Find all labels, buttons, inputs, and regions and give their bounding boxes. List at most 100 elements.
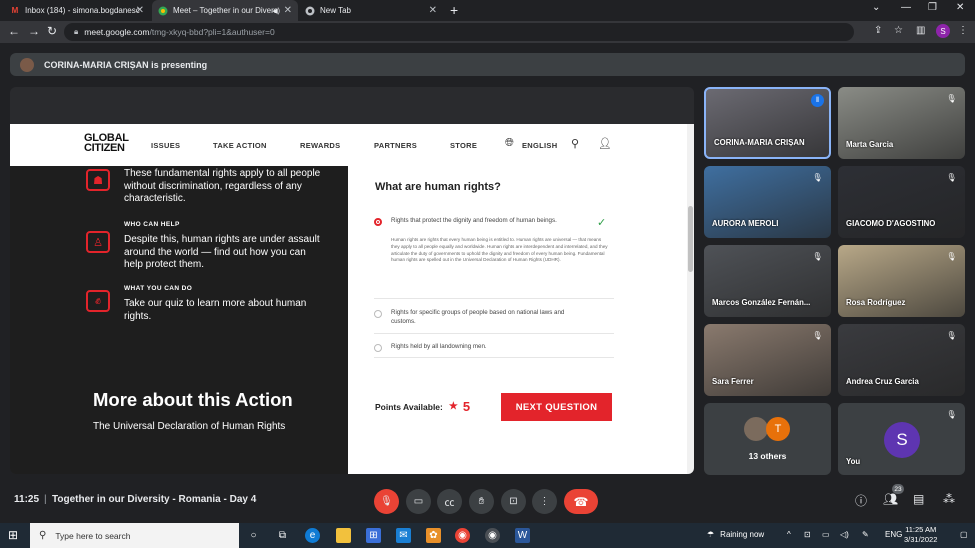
chrome-icon[interactable]: ◉ bbox=[455, 528, 470, 543]
next-question-button[interactable]: NEXT QUESTION bbox=[501, 393, 612, 421]
restore-icon[interactable]: ❐ bbox=[928, 2, 937, 13]
hand-icon: ✋︎ bbox=[478, 496, 485, 507]
people-icon: ☗ bbox=[86, 169, 110, 191]
captions-icon: ㏄ bbox=[444, 498, 455, 509]
word-icon[interactable]: W bbox=[515, 528, 530, 543]
tab-search-icon[interactable]: ⌄ bbox=[872, 2, 880, 13]
tray-chevron-icon[interactable]: ^ bbox=[787, 530, 791, 539]
page-scrollbar[interactable] bbox=[687, 124, 694, 474]
reload-icon[interactable]: ↻ bbox=[47, 24, 57, 38]
task-view-icon[interactable]: ⧉ bbox=[275, 528, 290, 543]
logo-line: CITIZEN bbox=[84, 142, 125, 154]
pen-icon[interactable]: ✎ bbox=[862, 530, 869, 539]
taskbar-search-box[interactable]: ⚲ Type here to search bbox=[30, 523, 239, 548]
bookmark-star-icon[interactable]: ☆ bbox=[894, 25, 903, 36]
language-selector[interactable]: ENGLISH bbox=[522, 141, 557, 150]
minimize-icon[interactable]: — bbox=[901, 2, 911, 13]
new-tab-button[interactable]: + bbox=[450, 2, 458, 18]
lock-icon: 🔒︎ bbox=[74, 27, 79, 36]
url-field[interactable]: 🔒︎ meet.google.com /tmg-xkyq-bbd?pli=1&a… bbox=[64, 23, 854, 41]
others-avatar-photo bbox=[744, 417, 768, 441]
language-indicator[interactable]: ENG bbox=[885, 530, 902, 539]
tab-meet[interactable]: Meet – Together in our Divers ◀) ✕ bbox=[152, 0, 298, 21]
leave-call-button[interactable]: ☎︎ bbox=[564, 489, 598, 514]
user-icon[interactable]: 👤︎ bbox=[598, 137, 612, 150]
participant-tile[interactable]: ⦀ CORINA-MARIA CRIȘAN bbox=[704, 87, 831, 159]
quiz-option-3[interactable]: Rights held by all landowning men. bbox=[374, 342, 614, 356]
globe-icon[interactable]: 🌐︎ bbox=[505, 137, 514, 150]
others-tile[interactable]: T 13 others bbox=[704, 403, 831, 475]
captions-button[interactable]: ㏄ bbox=[437, 489, 462, 514]
participant-tile[interactable]: 🎙︎ Rosa Rodríguez bbox=[838, 245, 965, 317]
profile-avatar[interactable]: S bbox=[936, 24, 950, 38]
time: 11:25 AM bbox=[905, 525, 937, 534]
activities-icon[interactable]: ⁂ bbox=[943, 492, 955, 506]
taskbar-clock[interactable]: 11:25 AM 3/31/2022 bbox=[904, 525, 937, 545]
radio-unselected[interactable] bbox=[374, 344, 382, 352]
close-tab-icon[interactable]: ✕ bbox=[429, 5, 437, 16]
weather-widget[interactable]: ☂︎ Raining now bbox=[707, 530, 764, 539]
close-window-icon[interactable]: ✕ bbox=[956, 2, 964, 13]
volume-icon[interactable]: ◁) bbox=[840, 530, 849, 539]
presenting-banner: CORINA-MARIA CRIȘAN is presenting bbox=[10, 53, 965, 76]
radio-selected[interactable] bbox=[374, 218, 382, 226]
self-label: You bbox=[846, 457, 861, 466]
global-citizen-logo[interactable]: GLOBAL CITIZEN bbox=[84, 133, 129, 154]
participant-tile[interactable]: 🎙︎ Marta Garcia bbox=[838, 87, 965, 159]
scrollbar-thumb[interactable] bbox=[688, 206, 693, 272]
side-panel-icon[interactable]: ▥ bbox=[916, 25, 925, 36]
tab-new[interactable]: New Tab ✕ bbox=[299, 0, 443, 21]
search-placeholder: Type here to search bbox=[55, 530, 131, 541]
gmail-icon: M bbox=[11, 6, 19, 15]
menu-icon[interactable]: ⋮ bbox=[958, 25, 968, 36]
speaker-icon[interactable]: ◀) bbox=[272, 7, 280, 15]
nav-issues[interactable]: ISSUES bbox=[151, 141, 180, 150]
participant-name: Sara Ferrer bbox=[712, 377, 754, 386]
windows-start-icon[interactable]: ⊞ bbox=[8, 528, 18, 542]
forward-icon[interactable]: → bbox=[28, 24, 40, 38]
mail-icon[interactable]: ✉ bbox=[396, 528, 411, 543]
people-icon[interactable]: 👥︎ bbox=[883, 492, 898, 506]
cortana-icon[interactable]: ○ bbox=[246, 528, 261, 543]
app-icon[interactable]: ✿ bbox=[426, 528, 441, 543]
raise-hand-button[interactable]: ✋︎ bbox=[469, 489, 494, 514]
tab-gmail[interactable]: M Inbox (184) - simona.bogdanesc ✕ bbox=[4, 0, 150, 21]
meeting-info-icon[interactable]: ⓘ bbox=[855, 492, 867, 509]
nav-partners[interactable]: PARTNERS bbox=[374, 141, 417, 150]
file-explorer-icon[interactable] bbox=[336, 528, 351, 543]
quiz-option-2[interactable]: Rights for specific groups of people bas… bbox=[374, 308, 614, 330]
radio-unselected[interactable] bbox=[374, 310, 382, 318]
close-tab-icon[interactable]: ✕ bbox=[136, 5, 144, 16]
edge-icon[interactable]: e bbox=[305, 528, 320, 543]
mic-off-button[interactable]: 🎙︎ bbox=[374, 489, 399, 514]
back-icon[interactable]: ← bbox=[8, 24, 20, 38]
participant-count-badge: 23 bbox=[892, 484, 904, 494]
more-options-button[interactable]: ⋮ bbox=[532, 489, 557, 514]
battery-icon[interactable]: ▭ bbox=[822, 530, 830, 539]
participant-name: Marcos González Fernán... bbox=[712, 298, 811, 307]
notifications-icon[interactable]: ▢ bbox=[960, 530, 968, 539]
quiz-option-1[interactable]: Rights that protect the dignity and free… bbox=[374, 216, 614, 238]
participant-tile[interactable]: 🎙︎ GIACOMO D'AGOSTINO bbox=[838, 166, 965, 238]
self-tile[interactable]: 🎙︎ S You bbox=[838, 403, 965, 475]
share-icon[interactable]: ⇪ bbox=[874, 25, 882, 36]
participant-tile[interactable]: 🎙︎ Marcos González Fernán... bbox=[704, 245, 831, 317]
nav-rewards[interactable]: REWARDS bbox=[300, 141, 340, 150]
network-icon[interactable]: ⊡ bbox=[804, 530, 811, 539]
site-header: GLOBAL CITIZEN ISSUES TAKE ACTION REWARD… bbox=[10, 124, 694, 166]
meet-icon bbox=[158, 6, 168, 16]
chrome-active-icon[interactable]: ◉ bbox=[485, 528, 500, 543]
present-button[interactable]: ⊡ bbox=[501, 489, 526, 514]
participant-tile[interactable]: 🎙︎ Andrea Cruz Garcia bbox=[838, 324, 965, 396]
participant-name: GIACOMO D'AGOSTINO bbox=[846, 219, 936, 228]
search-icon[interactable]: ⚲ bbox=[571, 137, 579, 150]
camera-button[interactable]: ▭ bbox=[406, 489, 431, 514]
chat-icon[interactable]: ▤ bbox=[913, 492, 924, 506]
nav-take-action[interactable]: TAKE ACTION bbox=[213, 141, 267, 150]
nav-store[interactable]: STORE bbox=[450, 141, 477, 150]
store-icon[interactable]: ⊞ bbox=[366, 528, 381, 543]
participant-tile[interactable]: 🎙︎ Sara Ferrer bbox=[704, 324, 831, 396]
option-label: Rights held by all landowning men. bbox=[391, 343, 487, 350]
close-tab-icon[interactable]: ✕ bbox=[284, 5, 292, 16]
participant-tile[interactable]: 🎙︎ AURORA MEROLI bbox=[704, 166, 831, 238]
